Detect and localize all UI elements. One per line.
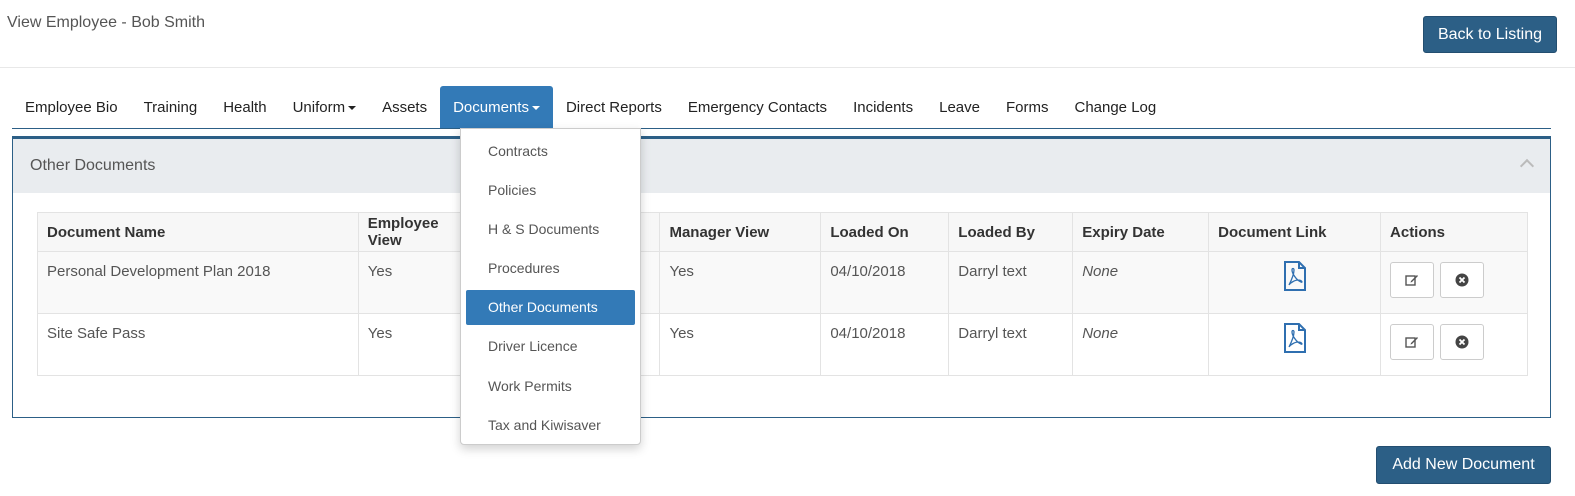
tab-label: Leave xyxy=(939,98,980,116)
page-title: View Employee - Bob Smith xyxy=(7,14,206,31)
tab-uniform[interactable]: Uniform xyxy=(280,86,370,128)
cell-actions xyxy=(1380,251,1528,314)
tab-leave[interactable]: Leave xyxy=(926,86,993,128)
column-header-employee-view[interactable]: Employee View xyxy=(357,212,466,252)
dropdown-item-tax-kiwisaver[interactable]: Tax and Kiwisaver xyxy=(461,405,640,444)
tab-label: Emergency Contacts xyxy=(687,98,828,116)
panel-heading[interactable]: Other Documents xyxy=(13,139,1550,193)
cell-loaded-on: 04/10/2018 xyxy=(820,313,950,376)
tab-label: Change Log xyxy=(1074,98,1157,116)
remove-circle-icon xyxy=(1455,335,1469,349)
tab-label: Uniform xyxy=(292,98,346,116)
table-header-row: Document Name Employee View Manager View… xyxy=(37,212,1528,252)
dropdown-item-work-permits[interactable]: Work Permits xyxy=(461,366,640,405)
tab-label: Health xyxy=(223,98,267,116)
tab-incidents[interactable]: Incidents xyxy=(840,86,926,128)
cell-actions xyxy=(1380,313,1528,376)
tab-label: Assets xyxy=(382,98,428,116)
column-header-actions: Actions xyxy=(1380,212,1528,252)
chevron-up-icon[interactable] xyxy=(1519,158,1535,174)
dropdown-item-policies[interactable]: Policies xyxy=(461,170,640,209)
cell-expiry-date: None xyxy=(1072,313,1210,376)
column-header-loaded-on[interactable]: Loaded On xyxy=(820,212,950,252)
tab-assets[interactable]: Assets xyxy=(369,86,440,128)
add-new-document-button[interactable]: Add New Document xyxy=(1376,446,1551,484)
cell-document-link xyxy=(1208,251,1382,314)
table-row: Site Safe Pass Yes Yes 04/10/2018 Darryl… xyxy=(37,313,1528,376)
edit-button[interactable] xyxy=(1390,324,1435,360)
tab-label: Employee Bio xyxy=(25,98,118,116)
top-divider xyxy=(0,67,1575,68)
tab-label: Incidents xyxy=(853,98,914,116)
cell-document-name: Personal Development Plan 2018 xyxy=(37,251,359,314)
column-header-document-name[interactable]: Document Name xyxy=(37,212,359,252)
tab-label: Documents xyxy=(453,98,529,116)
tab-employee-bio[interactable]: Employee Bio xyxy=(12,86,131,128)
tab-bar: Employee Bio Training Health Uniform Ass… xyxy=(12,86,1169,128)
cell-loaded-by: Darryl text xyxy=(948,313,1074,376)
dropdown-item-procedures[interactable]: Procedures xyxy=(461,249,640,288)
cell-loaded-by: Darryl text xyxy=(948,251,1074,314)
tab-health[interactable]: Health xyxy=(210,86,279,128)
table-row: Personal Development Plan 2018 Yes Yes 0… xyxy=(37,251,1528,314)
column-header-loaded-by[interactable]: Loaded By xyxy=(948,212,1074,252)
tab-training[interactable]: Training xyxy=(131,86,211,128)
tab-label: Forms xyxy=(1005,98,1049,116)
dropdown-item-contracts[interactable]: Contracts xyxy=(461,131,640,170)
cell-document-link xyxy=(1208,313,1382,376)
cell-manager-view: Yes xyxy=(659,313,822,376)
cell-employee-view: Yes xyxy=(357,251,466,314)
tabs-underline xyxy=(12,128,1551,129)
caret-down-icon xyxy=(531,106,540,110)
documents-table: Document Name Employee View Manager View… xyxy=(37,212,1528,376)
cell-employee-view: Yes xyxy=(357,313,466,376)
dropdown-item-driver-licence[interactable]: Driver Licence xyxy=(461,327,640,366)
edit-icon xyxy=(1405,275,1419,286)
tab-direct-reports[interactable]: Direct Reports xyxy=(553,86,675,128)
caret-down-icon xyxy=(348,106,357,110)
tab-emergency-contacts[interactable]: Emergency Contacts xyxy=(675,86,840,128)
column-header-expiry-date[interactable]: Expiry Date xyxy=(1072,212,1210,252)
dropdown-item-other-documents[interactable]: Other Documents xyxy=(466,289,635,325)
documents-panel: Other Documents Document Name Employee V… xyxy=(12,136,1551,418)
tab-change-log[interactable]: Change Log xyxy=(1061,86,1169,128)
delete-button[interactable] xyxy=(1440,262,1485,298)
cell-expiry-date: None xyxy=(1072,251,1210,314)
column-header-document-link: Document Link xyxy=(1208,212,1382,252)
back-to-listing-button[interactable]: Back to Listing xyxy=(1423,16,1557,53)
documents-dropdown-menu: Contracts Policies H & S Documents Proce… xyxy=(460,128,641,445)
cell-manager-view: Yes xyxy=(659,251,822,314)
dropdown-item-hs-documents[interactable]: H & S Documents xyxy=(461,209,640,248)
tab-forms[interactable]: Forms xyxy=(993,86,1062,128)
delete-button[interactable] xyxy=(1440,324,1485,360)
panel-title: Other Documents xyxy=(30,157,156,174)
cell-loaded-on: 04/10/2018 xyxy=(820,251,950,314)
tab-documents[interactable]: Documents xyxy=(440,86,553,128)
tab-label: Training xyxy=(143,98,198,116)
edit-button[interactable] xyxy=(1390,262,1435,298)
column-header-manager-view[interactable]: Manager View xyxy=(659,212,822,252)
remove-circle-icon xyxy=(1455,273,1469,287)
pdf-file-icon[interactable] xyxy=(1283,323,1307,353)
pdf-file-icon[interactable] xyxy=(1283,261,1307,291)
tab-label: Direct Reports xyxy=(565,98,662,116)
cell-document-name: Site Safe Pass xyxy=(37,313,359,376)
edit-icon xyxy=(1405,337,1419,348)
